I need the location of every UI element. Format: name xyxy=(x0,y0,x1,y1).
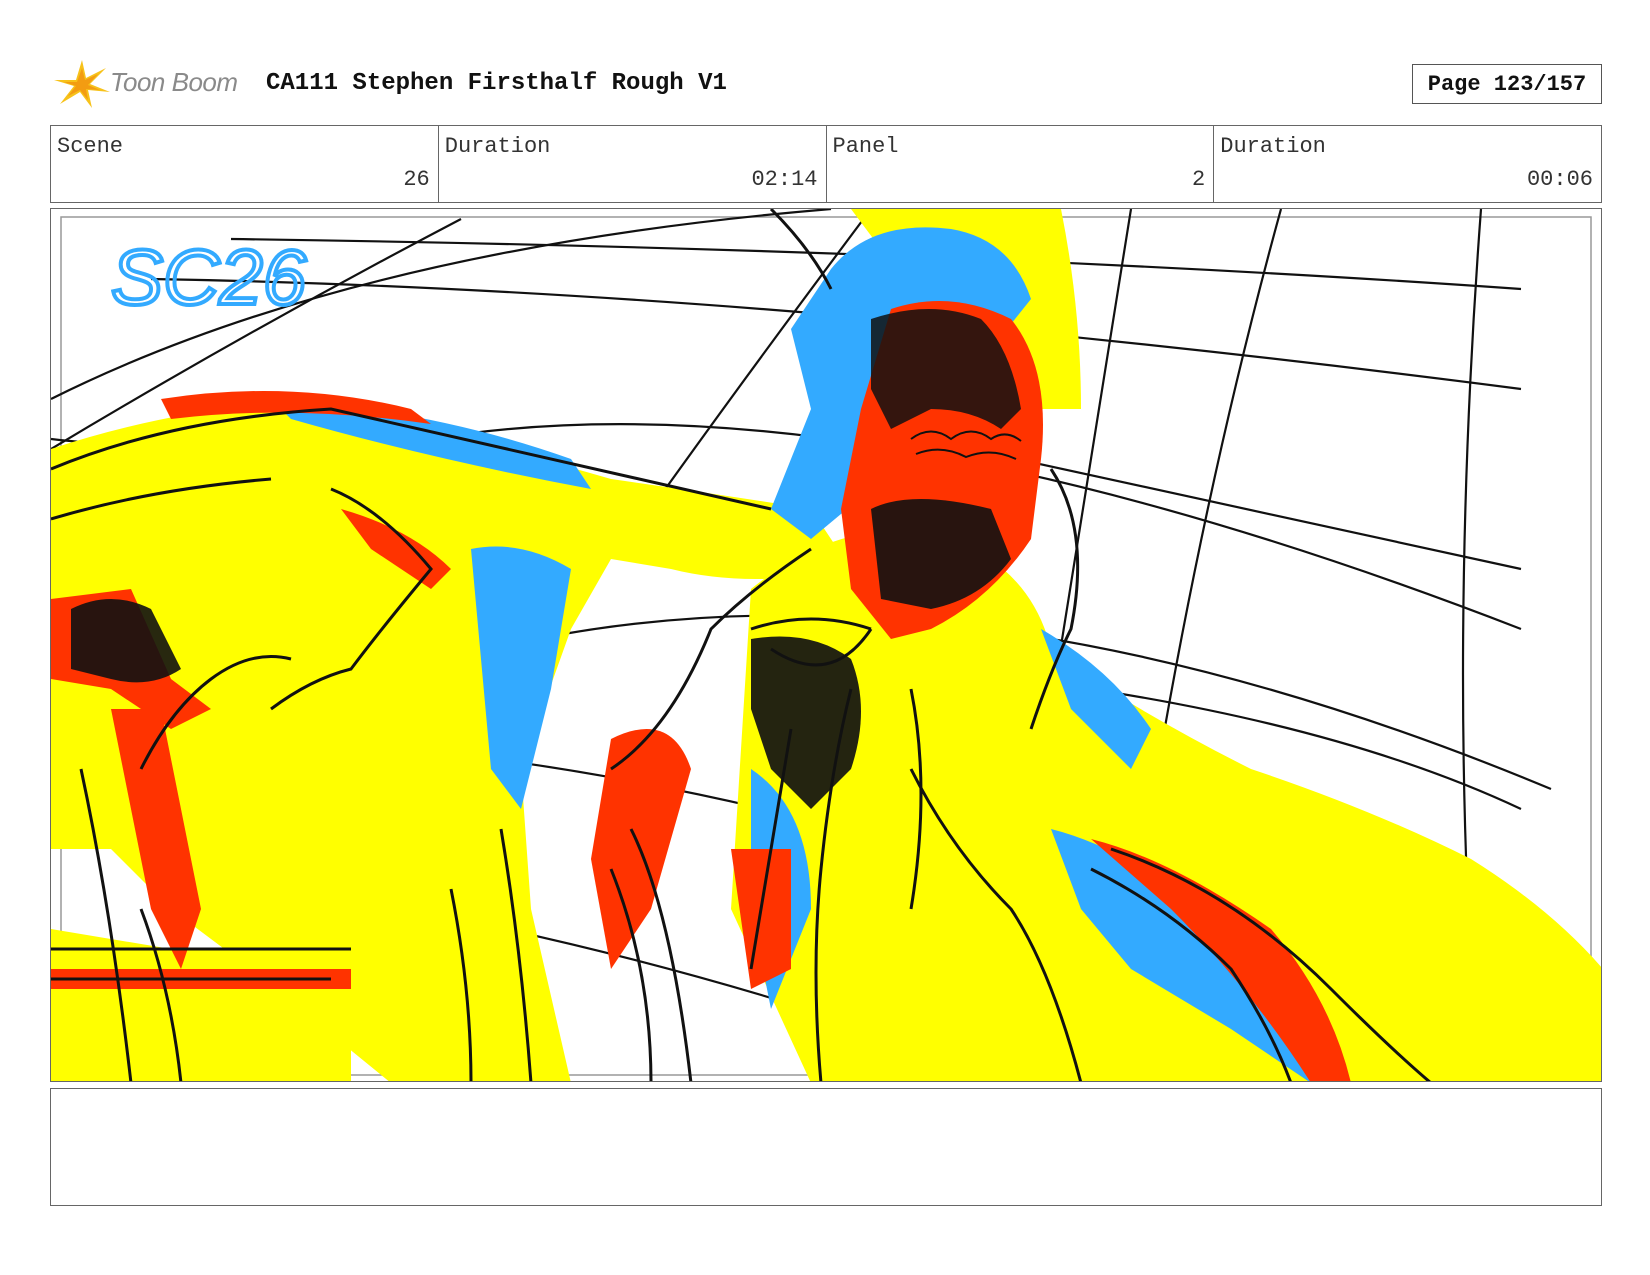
scene-note-sketch: SC26 xyxy=(111,233,307,321)
panel-duration-value: 00:06 xyxy=(1526,167,1593,192)
logo-text: Toon Boom xyxy=(110,67,238,97)
scene-duration-value: 02:14 xyxy=(751,167,818,192)
panel-cell: Panel 2 xyxy=(827,126,1215,202)
scene-cell: Scene 26 xyxy=(51,126,439,202)
scene-duration-cell: Duration 02:14 xyxy=(439,126,827,202)
storyboard-panel: SC26 xyxy=(50,208,1602,1082)
panel-value: 2 xyxy=(1192,167,1206,192)
scene-duration-label: Duration xyxy=(444,134,551,159)
panel-label: Panel xyxy=(832,134,899,159)
document-title: CA111 Stephen Firsthalf Rough V1 xyxy=(266,70,727,97)
scene-label: Scene xyxy=(57,134,124,159)
panel-duration-cell: Duration 00:06 xyxy=(1214,126,1601,202)
toon-boom-logo: Toon Boom xyxy=(52,58,252,108)
scene-value: 26 xyxy=(403,167,430,192)
scene-info-row: Scene 26 Duration 02:14 Panel 2 Duration… xyxy=(50,125,1602,203)
panel-notes xyxy=(50,1088,1602,1206)
page-header: Toon Boom CA111 Stephen Firsthalf Rough … xyxy=(50,56,1602,108)
starburst-icon xyxy=(54,60,110,108)
page-number: Page 123/157 xyxy=(1412,64,1602,104)
panel-sketch: SC26 xyxy=(51,209,1601,1081)
panel-duration-label: Duration xyxy=(1220,134,1326,159)
